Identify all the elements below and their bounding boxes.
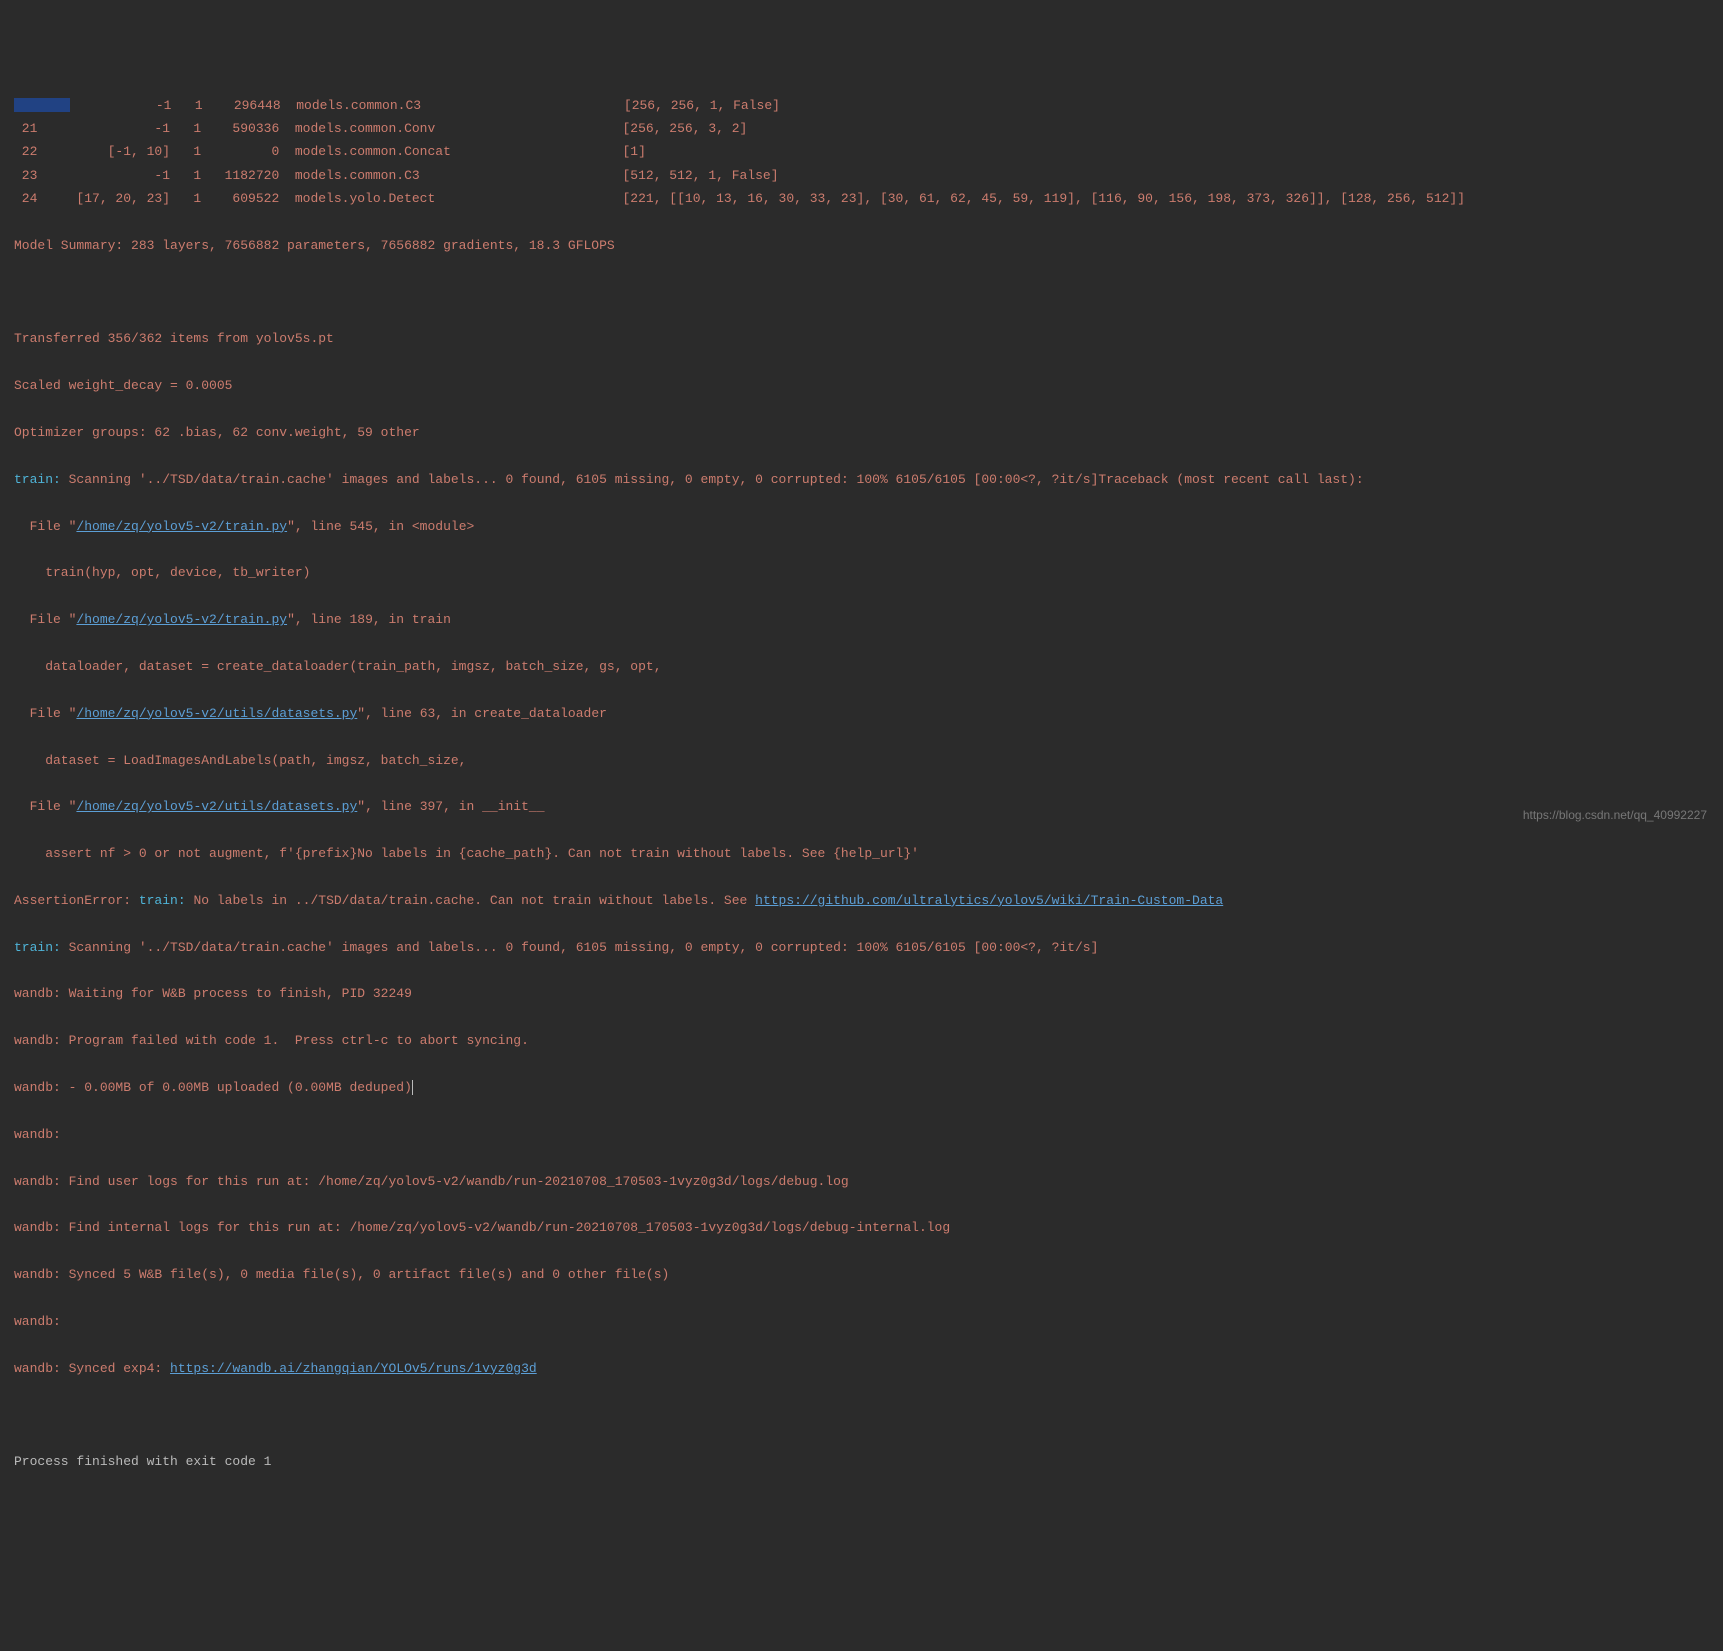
wandb-line: wandb:: [14, 1123, 1709, 1146]
traceback-file-1: File "/home/zq/yolov5-v2/train.py", line…: [14, 515, 1709, 538]
traceback-code-2: dataloader, dataset = create_dataloader(…: [14, 655, 1709, 678]
wandb-line: wandb: Waiting for W&B process to finish…: [14, 982, 1709, 1005]
wandb-line: wandb: Program failed with code 1. Press…: [14, 1029, 1709, 1052]
file-suffix: ", line 545, in <module>: [287, 519, 474, 534]
scan-text: Scanning '../TSD/data/train.cache' image…: [61, 940, 1099, 955]
train-label: train:: [14, 472, 61, 487]
file-link-2[interactable]: /home/zq/yolov5-v2/train.py: [76, 612, 287, 627]
model-summary: Model Summary: 283 layers, 7656882 param…: [14, 234, 1709, 257]
blank: [14, 1403, 1709, 1426]
selection-highlight: [14, 98, 70, 112]
transferred-msg: Transferred 356/362 items from yolov5s.p…: [14, 327, 1709, 350]
traceback-file-2: File "/home/zq/yolov5-v2/train.py", line…: [14, 608, 1709, 631]
file-suffix: ", line 397, in __init__: [357, 799, 544, 814]
wandb-line: wandb: - 0.00MB of 0.00MB uploaded (0.00…: [14, 1076, 1709, 1099]
file-suffix: ", line 189, in train: [287, 612, 451, 627]
train-label: train:: [139, 893, 186, 908]
model-row: 24 [17, 20, 23] 1 609522 models.yolo.Det…: [14, 187, 1709, 210]
model-row: 23 -1 1 1182720 models.common.C3 [512, 5…: [14, 164, 1709, 187]
exit-code: Process finished with exit code 1: [14, 1450, 1709, 1473]
optimizer-msg: Optimizer groups: 62 .bias, 62 conv.weig…: [14, 421, 1709, 444]
train-scan-2: train: Scanning '../TSD/data/train.cache…: [14, 936, 1709, 959]
file-link-4[interactable]: /home/zq/yolov5-v2/utils/datasets.py: [76, 799, 357, 814]
traceback-code-1: train(hyp, opt, device, tb_writer): [14, 561, 1709, 584]
wandb-prefix: wandb: Synced exp4:: [14, 1361, 170, 1376]
file-prefix: File ": [14, 612, 76, 627]
assert-prefix: AssertionError:: [14, 893, 139, 908]
scaled-msg: Scaled weight_decay = 0.0005: [14, 374, 1709, 397]
train-scan-1: train: Scanning '../TSD/data/train.cache…: [14, 468, 1709, 491]
wandb-line: wandb:: [14, 1310, 1709, 1333]
wandb-line: wandb: Find user logs for this run at: /…: [14, 1170, 1709, 1193]
traceback-file-3: File "/home/zq/yolov5-v2/utils/datasets.…: [14, 702, 1709, 725]
model-row: -1 1 296448 models.common.C3 [256, 256, …: [14, 94, 1709, 117]
file-suffix: ", line 63, in create_dataloader: [357, 706, 607, 721]
assertion-error: AssertionError: train: No labels in ../T…: [14, 889, 1709, 912]
model-row: 21 -1 1 590336 models.common.Conv [256, …: [14, 117, 1709, 140]
file-prefix: File ": [14, 799, 76, 814]
traceback-code-3: dataset = LoadImagesAndLabels(path, imgs…: [14, 749, 1709, 772]
watermark: https://blog.csdn.net/qq_40992227: [1523, 805, 1707, 827]
terminal-output[interactable]: -1 1 296448 models.common.C3 [256, 256, …: [14, 94, 1709, 211]
wandb-link[interactable]: https://wandb.ai/zhangqian/YOLOv5/runs/1…: [170, 1361, 537, 1376]
file-prefix: File ": [14, 706, 76, 721]
train-label: train:: [14, 940, 61, 955]
file-prefix: File ": [14, 519, 76, 534]
traceback-file-4: File "/home/zq/yolov5-v2/utils/datasets.…: [14, 795, 1709, 818]
wandb-line: wandb: Synced 5 W&B file(s), 0 media fil…: [14, 1263, 1709, 1286]
traceback-code-4: assert nf > 0 or not augment, f'{prefix}…: [14, 842, 1709, 865]
wandb-text: wandb: - 0.00MB of 0.00MB uploaded (0.00…: [14, 1080, 412, 1095]
text-cursor: [412, 1080, 413, 1095]
wandb-synced: wandb: Synced exp4: https://wandb.ai/zha…: [14, 1357, 1709, 1380]
blank: [14, 281, 1709, 304]
file-link-3[interactable]: /home/zq/yolov5-v2/utils/datasets.py: [76, 706, 357, 721]
help-link[interactable]: https://github.com/ultralytics/yolov5/wi…: [755, 893, 1223, 908]
assert-msg: No labels in ../TSD/data/train.cache. Ca…: [186, 893, 756, 908]
wandb-line: wandb: Find internal logs for this run a…: [14, 1216, 1709, 1239]
scan-text: Scanning '../TSD/data/train.cache' image…: [61, 472, 1364, 487]
model-row: 22 [-1, 10] 1 0 models.common.Concat [1]: [14, 140, 1709, 163]
file-link-1[interactable]: /home/zq/yolov5-v2/train.py: [76, 519, 287, 534]
